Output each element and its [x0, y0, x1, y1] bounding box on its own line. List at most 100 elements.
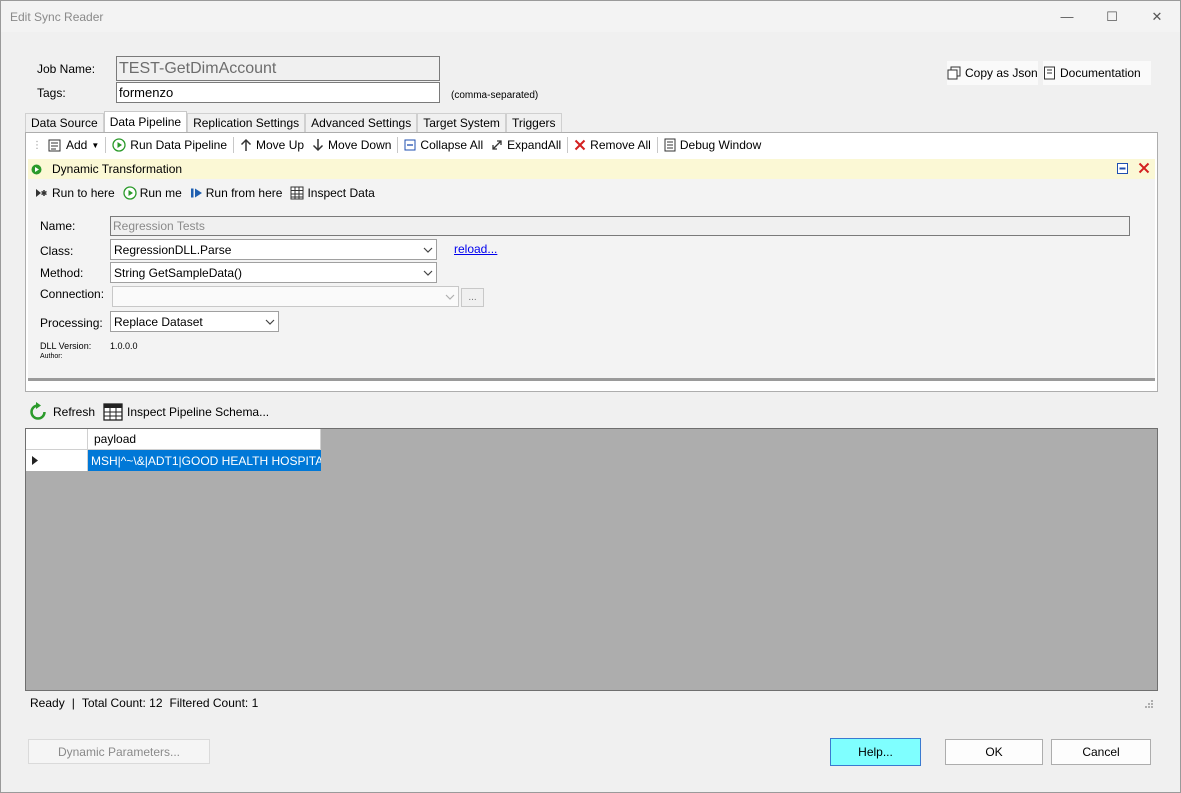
move-up-label: Move Up	[256, 138, 305, 152]
tags-label: Tags:	[37, 86, 66, 100]
ok-button[interactable]: OK	[945, 739, 1043, 765]
tab-advanced-settings[interactable]: Advanced Settings	[305, 113, 418, 132]
minimize-icon: —	[1060, 9, 1074, 24]
column-header-payload[interactable]: payload	[88, 429, 321, 450]
arrow-down-icon	[312, 138, 324, 152]
processing-label: Processing:	[40, 316, 103, 330]
run-from-here-button[interactable]: Run from here	[186, 186, 287, 200]
run-data-pipeline-button[interactable]: Run Data Pipeline	[108, 138, 231, 152]
chevron-down-icon: ▼	[91, 140, 100, 150]
class-label: Class:	[40, 244, 74, 258]
step-header[interactable]: Dynamic Transformation	[28, 159, 1155, 179]
resize-grip-icon[interactable]	[1144, 699, 1154, 709]
copy-as-json-button[interactable]: Copy as Json	[947, 61, 1038, 85]
table-cell-payload[interactable]: MSH|^~\&|ADT1|GOOD HEALTH HOSPITA...	[88, 450, 321, 471]
minimize-button[interactable]: —	[1044, 1, 1090, 32]
collapse-all-button[interactable]: Collapse All	[400, 138, 487, 152]
documentation-label: Documentation	[1060, 66, 1141, 80]
row-pointer-icon	[32, 456, 38, 465]
remove-step-icon[interactable]	[1138, 162, 1150, 174]
remove-all-label: Remove All	[590, 138, 651, 152]
debug-window-icon	[664, 138, 676, 152]
debug-window-label: Debug Window	[679, 138, 762, 152]
class-value: RegressionDLL.Parse	[114, 242, 232, 257]
step-run-toolbar: Run to here Run me Run from here Inspect…	[28, 181, 1155, 205]
collapse-all-label: Collapse All	[420, 138, 484, 152]
window-title: Edit Sync Reader	[10, 10, 104, 24]
document-icon	[1043, 66, 1056, 80]
author-label: Author:	[40, 353, 63, 360]
toolbar-grip: ⋮	[32, 139, 42, 151]
edit-sync-reader-window: Edit Sync Reader — ☐ ✕ Job Name: TEST-Ge…	[0, 0, 1181, 793]
step-title: Dynamic Transformation	[52, 162, 183, 176]
status-ready: Ready	[30, 696, 65, 710]
table-icon	[103, 403, 123, 421]
step-body: Run to here Run me Run from here Inspect…	[28, 179, 1155, 379]
inspect-schema-button[interactable]: Inspect Pipeline Schema...	[101, 403, 271, 421]
results-grid[interactable]: payload MSH|^~\&|ADT1|GOOD HEALTH HOSPIT…	[25, 428, 1158, 691]
tags-field[interactable]: formenzo	[116, 82, 440, 103]
processing-value: Replace Dataset	[114, 314, 203, 329]
debug-window-button[interactable]: Debug Window	[660, 138, 765, 152]
connection-select[interactable]	[112, 286, 459, 307]
close-button[interactable]: ✕	[1134, 1, 1180, 32]
connection-browse-button[interactable]: ...	[461, 288, 484, 307]
refresh-button[interactable]: Refresh	[25, 401, 97, 423]
collapse-icon	[404, 139, 416, 151]
add-button[interactable]: Add ▼	[44, 138, 103, 152]
toolbar-separator	[233, 137, 235, 153]
close-icon: ✕	[1151, 8, 1163, 24]
grid-corner[interactable]	[26, 429, 88, 450]
step-splitter[interactable]	[28, 378, 1155, 381]
cancel-button[interactable]: Cancel	[1051, 739, 1151, 765]
run-from-here-icon	[190, 187, 203, 199]
tab-data-pipeline[interactable]: Data Pipeline	[103, 111, 188, 132]
run-me-label: Run me	[139, 186, 182, 200]
maximize-button[interactable]: ☐	[1089, 1, 1135, 32]
class-select[interactable]: RegressionDLL.Parse	[110, 239, 437, 260]
tab-replication-settings[interactable]: Replication Settings	[187, 113, 306, 132]
processing-select[interactable]: Replace Dataset	[110, 311, 279, 332]
step-name-field[interactable]: Regression Tests	[110, 216, 1130, 236]
method-select[interactable]: String GetSampleData()	[110, 262, 437, 283]
run-data-pipeline-label: Run Data Pipeline	[130, 138, 228, 152]
inspect-data-button[interactable]: Inspect Data	[286, 186, 378, 200]
collapse-step-icon[interactable]	[1117, 163, 1128, 174]
add-icon	[48, 138, 62, 152]
run-to-here-button[interactable]: Run to here	[31, 186, 119, 200]
job-name-field[interactable]: TEST-GetDimAccount	[116, 56, 440, 81]
method-label: Method:	[40, 266, 84, 280]
run-from-here-label: Run from here	[205, 186, 283, 200]
remove-all-button[interactable]: Remove All	[570, 138, 655, 152]
tab-triggers[interactable]: Triggers	[505, 113, 562, 132]
move-down-button[interactable]: Move Down	[308, 138, 395, 152]
run-me-button[interactable]: Run me	[119, 186, 186, 200]
status-bar: Ready | Total Count: 12 Filtered Count: …	[25, 692, 1158, 714]
status-total-count: Total Count: 12	[81, 696, 163, 710]
title-bar: Edit Sync Reader — ☐ ✕	[1, 1, 1180, 32]
tab-data-source[interactable]: Data Source	[25, 113, 104, 132]
run-to-here-icon	[35, 187, 49, 199]
copy-icon	[947, 66, 961, 80]
tags-hint: (comma-separated)	[451, 90, 539, 101]
tab-target-system[interactable]: Target System	[417, 113, 506, 132]
expand-all-button[interactable]: ExpandAll	[487, 138, 565, 152]
dll-version-value: 1.0.0.0	[110, 341, 138, 351]
maximize-icon: ☐	[1106, 8, 1118, 24]
chevron-down-icon	[442, 294, 458, 300]
toolbar-separator	[397, 137, 399, 153]
toolbar-separator	[656, 137, 658, 153]
results-toolbar: Refresh Inspect Pipeline Schema...	[25, 399, 271, 425]
status-filtered-count: Filtered Count: 1	[169, 696, 259, 710]
toolbar-separator	[567, 137, 569, 153]
dynamic-parameters-button[interactable]: Dynamic Parameters...	[28, 739, 210, 764]
reload-link[interactable]: reload...	[454, 242, 497, 256]
documentation-button[interactable]: Documentation	[1043, 61, 1151, 85]
move-up-button[interactable]: Move Up	[236, 138, 308, 152]
chevron-down-icon	[420, 270, 436, 276]
row-header[interactable]	[26, 450, 88, 471]
play-circle-icon	[123, 186, 137, 200]
help-button[interactable]: Help...	[830, 738, 921, 766]
inspect-schema-label: Inspect Pipeline Schema...	[127, 405, 270, 419]
arrow-up-icon	[240, 138, 252, 152]
